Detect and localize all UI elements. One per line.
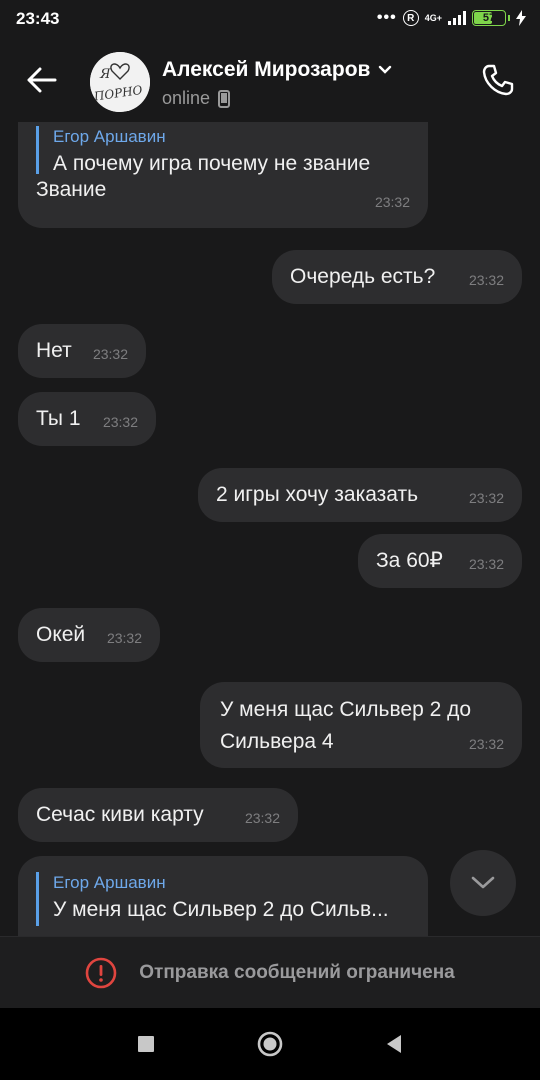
messaging-restricted-bar: Отправка сообщений ограничена	[0, 936, 540, 1008]
chevron-down-icon	[379, 65, 392, 74]
message-bubble-outgoing[interactable]: Очередь есть? 23:32	[272, 250, 522, 304]
warning-icon	[85, 957, 117, 988]
message-time: 23:32	[468, 556, 504, 572]
charging-icon	[516, 10, 526, 26]
avatar-text-top: Я	[99, 67, 111, 82]
circle-icon	[257, 1031, 283, 1057]
message-text: Звание	[36, 178, 107, 201]
message-time: 23:32	[468, 272, 504, 288]
message-bubble-incoming[interactable]: Егор Аршавин А почему игра почему не зва…	[18, 122, 428, 228]
home-button[interactable]	[250, 1024, 290, 1064]
call-button[interactable]	[478, 60, 518, 100]
system-navigation-bar	[0, 1008, 540, 1080]
message-bubble-incoming[interactable]: Егор Аршавин У меня щас Сильвер 2 до Сил…	[18, 856, 428, 936]
back-button[interactable]	[22, 60, 62, 100]
message-time: 23:32	[374, 194, 410, 210]
notification-dots-icon: •••	[376, 9, 397, 26]
square-icon	[138, 1036, 154, 1052]
message-bubble-incoming[interactable]: Окей 23:32	[18, 608, 160, 662]
chat-header: Я ПОРНО Алексей Мирозаров online	[0, 38, 540, 122]
message-text: Сечас киви карту	[36, 803, 204, 826]
avatar-image: Я ПОРНО	[90, 52, 150, 112]
message-text-line-1: У меня щас Сильвер 2 до	[220, 698, 472, 721]
contact-name-button[interactable]: Алексей Мирозаров	[162, 58, 392, 82]
network-type: 4G+	[424, 12, 442, 23]
status-icons: ••• R 4G+ 57	[377, 9, 526, 27]
message-bubble-outgoing[interactable]: 2 игры хочу заказать 23:32	[198, 468, 522, 522]
message-text: Нет	[36, 339, 72, 362]
message-time: 23:32	[468, 490, 504, 506]
message-bubble-incoming[interactable]: Ты 1 23:32	[18, 392, 156, 446]
status-bar: 23:43 ••• R 4G+ 57	[0, 0, 540, 38]
mobile-device-icon	[218, 89, 231, 108]
scroll-to-bottom-button[interactable]	[450, 850, 516, 916]
message-text: 2 игры хочу заказать	[216, 483, 419, 506]
contact-status: online	[162, 88, 231, 109]
message-time: 23:32	[244, 810, 280, 826]
online-status: online	[162, 88, 211, 108]
signal-icon	[448, 11, 466, 25]
contact-name: Алексей Мирозаров	[162, 58, 371, 81]
message-text: За 60₽	[376, 549, 443, 572]
restriction-text: Отправка сообщений ограничена	[139, 961, 455, 983]
message-time: 23:32	[102, 414, 138, 430]
message-list[interactable]: Егор Аршавин А почему игра почему не зва…	[0, 122, 540, 936]
reply-quote[interactable]: Егор Аршавин У меня щас Сильвер 2 до Сил…	[36, 872, 389, 926]
message-time: 23:32	[106, 630, 142, 646]
arrow-left-icon	[27, 67, 57, 93]
message-bubble-incoming[interactable]: Нет 23:32	[18, 324, 146, 378]
battery-tip	[508, 15, 510, 21]
reply-quote[interactable]: Егор Аршавин А почему игра почему не зва…	[36, 126, 370, 175]
triangle-back-icon	[387, 1035, 401, 1053]
registered-icon: R	[402, 10, 419, 26]
message-bubble-outgoing[interactable]: За 60₽ 23:32	[358, 534, 522, 588]
message-text: Ты 1	[36, 407, 81, 430]
status-time: 23:43	[16, 9, 60, 28]
back-nav-button[interactable]	[374, 1024, 414, 1064]
reply-text: У меня щас Сильвер 2 до Сильв...	[53, 898, 389, 921]
reply-author: Егор Аршавин	[53, 873, 166, 892]
message-time: 23:32	[92, 346, 128, 362]
message-time: 23:32	[468, 736, 504, 752]
phone-icon	[482, 64, 514, 96]
chevron-down-icon	[471, 876, 495, 889]
battery-level: 57	[482, 12, 496, 24]
reply-author: Егор Аршавин	[53, 127, 166, 146]
battery-icon: 57	[472, 10, 506, 26]
message-text: Очередь есть?	[290, 265, 436, 288]
message-bubble-outgoing[interactable]: У меня щас Сильвер 2 до Сильвера 4 23:32	[200, 682, 522, 768]
message-text-line-2: Сильвера 4	[220, 730, 334, 753]
message-bubble-incoming[interactable]: Сечас киви карту 23:32	[18, 788, 298, 842]
avatar[interactable]: Я ПОРНО	[90, 52, 150, 112]
message-text: Окей	[36, 623, 86, 646]
recents-button[interactable]	[126, 1024, 166, 1064]
